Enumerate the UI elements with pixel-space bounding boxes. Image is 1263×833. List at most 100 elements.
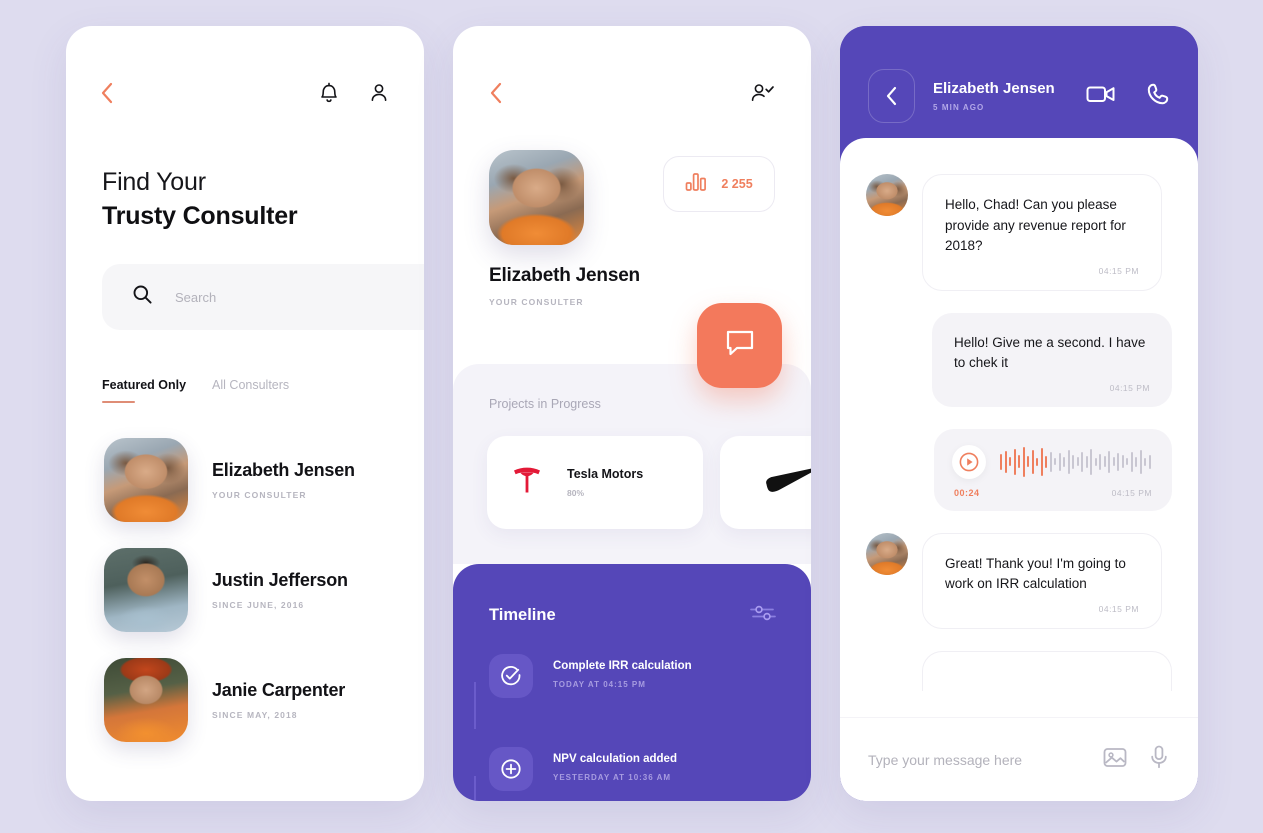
profile-summary: 2 255	[453, 110, 811, 245]
timeline-item-time: TODAY AT 04:15 PM	[553, 680, 646, 689]
consultant-list: Elizabeth Jensen YOUR CONSULTER Justin J…	[66, 403, 424, 755]
waveform-bar	[1049, 451, 1052, 472]
project-card-nike[interactable]	[720, 436, 811, 529]
voice-message-meta: 00:24 04:15 PM	[952, 488, 1152, 498]
timeline-item[interactable]: NPV calculation added YESTERDAY AT 10:36…	[489, 747, 777, 791]
back-chevron-icon[interactable]	[489, 82, 503, 109]
waveform-bar	[1144, 457, 1146, 466]
list-item[interactable]: Justin Jefferson SINCE JUNE, 2016	[66, 535, 424, 645]
list-item-text: Janie Carpenter SINCE MAY, 2018	[212, 680, 345, 720]
waveform-bar	[1081, 451, 1083, 472]
waveform-bar	[1094, 457, 1097, 466]
message-row-outgoing: Hello! Give me a second. I have to chek …	[866, 312, 1172, 407]
chat-fab-button[interactable]	[697, 303, 782, 388]
waveform-bar	[1045, 455, 1047, 468]
plus-circle-icon	[489, 747, 533, 791]
sliders-icon[interactable]	[749, 602, 777, 629]
waveform-bar	[1063, 456, 1065, 467]
timeline-item-label: Complete IRR calculation	[553, 660, 692, 672]
phone2-topbar	[453, 26, 811, 110]
projects-carousel: Tesla Motors 80%	[453, 411, 811, 529]
waveform-bar	[1004, 450, 1007, 473]
list-item[interactable]: Elizabeth Jensen YOUR CONSULTER	[66, 425, 424, 535]
voice-message-bubble[interactable]: 00:24 04:15 PM	[934, 428, 1172, 511]
timeline-connector	[474, 776, 476, 801]
message-time: 04:15 PM	[1111, 487, 1152, 498]
waveform-bar	[1126, 458, 1128, 466]
phone-screen-consultant-list: Find Your Trusty Consulter Search Featur…	[66, 26, 424, 801]
waveform-bar	[1013, 448, 1016, 475]
avatar	[866, 174, 908, 216]
status-badge[interactable]: 2 255	[663, 156, 775, 212]
message-row-incoming: Hello, Chad! Can you please provide any …	[866, 174, 1172, 291]
profile-name: Elizabeth Jensen	[489, 265, 640, 286]
person-icon[interactable]	[368, 81, 390, 110]
video-camera-icon[interactable]	[1086, 83, 1116, 110]
message-text: Hello, Chad! Can you please provide any …	[945, 197, 1126, 254]
message-bubble[interactable]: Great! Thank you! I'm going to work on I…	[922, 532, 1162, 629]
search-placeholder: Search	[175, 289, 217, 305]
timeline-header: Timeline	[489, 602, 777, 629]
play-icon[interactable]	[952, 444, 986, 479]
waveform-bar	[1000, 453, 1002, 470]
tab-all-consulters[interactable]: All Consulters	[212, 378, 289, 403]
avatar	[489, 150, 584, 245]
message-text: Hello! Give me a second. I have to chek …	[954, 334, 1146, 371]
list-item-text: Justin Jefferson SINCE JUNE, 2016	[212, 570, 348, 610]
list-item-text: Elizabeth Jensen YOUR CONSULTER	[212, 460, 355, 500]
timeline-item[interactable]: Complete IRR calculation TODAY AT 04:15 …	[489, 654, 777, 698]
search-input[interactable]: Search	[102, 264, 424, 330]
chat-header-text: Elizabeth Jensen 5 MIN AGO	[933, 80, 1055, 112]
waveform-bar	[1018, 455, 1020, 469]
waveform-bar	[1058, 452, 1061, 471]
chat-input-bar: Type your message here	[840, 717, 1198, 801]
tab-featured-only[interactable]: Featured Only	[102, 378, 186, 403]
chat-message-list: Hello, Chad! Can you please provide any …	[840, 138, 1198, 801]
waveform-bar	[1099, 453, 1101, 470]
message-time: 04:15 PM	[1098, 265, 1139, 276]
waveform-bar	[1135, 456, 1137, 467]
avatar	[104, 548, 188, 632]
message-bubble[interactable]: Hello, Chad! Can you please provide any …	[922, 174, 1162, 291]
waveform-bar	[1067, 449, 1070, 474]
status-badge-value: 2 255	[721, 177, 753, 191]
avatar	[104, 438, 188, 522]
list-item[interactable]: Janie Carpenter SINCE MAY, 2018	[66, 645, 424, 755]
phone-icon[interactable]	[1146, 82, 1170, 111]
waveform-bar	[1022, 446, 1025, 477]
waveform-bar	[1036, 457, 1038, 466]
search-icon	[132, 284, 153, 310]
consultant-name: Justin Jefferson	[212, 570, 348, 590]
chat-header-actions	[1086, 82, 1170, 111]
message-input[interactable]: Type your message here	[868, 752, 1082, 768]
timeline-section: Timeline Complete IRR calculation TODAY …	[453, 564, 811, 801]
voice-message-main	[952, 444, 1152, 479]
person-check-icon[interactable]	[749, 81, 775, 110]
timeline-item-text: Complete IRR calculation TODAY AT 04:15 …	[553, 654, 692, 689]
message-time: 04:15 PM	[1098, 603, 1139, 614]
bell-icon[interactable]	[318, 81, 340, 110]
image-icon[interactable]	[1102, 745, 1128, 774]
project-card-tesla[interactable]: Tesla Motors 80%	[487, 436, 703, 529]
message-row-incoming: Great! Thank you! I'm going to work on I…	[866, 532, 1172, 629]
waveform-bar	[1108, 450, 1110, 473]
page-title: Find Your Trusty Consulter	[66, 110, 424, 231]
timeline-connector	[474, 682, 476, 729]
screenshot-stage: Find Your Trusty Consulter Search Featur…	[0, 0, 1263, 833]
waveform-bar	[1148, 454, 1151, 469]
project-name: Tesla Motors	[567, 467, 644, 481]
waveform-bar	[1009, 457, 1011, 467]
back-chevron-icon[interactable]	[868, 69, 915, 123]
tesla-logo	[509, 463, 545, 502]
microphone-icon[interactable]	[1148, 744, 1170, 775]
consultant-filter-tabs: Featured Only All Consulters	[66, 330, 424, 403]
back-chevron-icon[interactable]	[100, 82, 114, 109]
page-title-line1: Find Your	[102, 168, 206, 196]
chat-bubble-icon	[723, 327, 757, 364]
phone-screen-consultant-profile: 2 255 Elizabeth Jensen YOUR CONSULTER Pr…	[453, 26, 811, 801]
avatar	[866, 532, 908, 575]
bar-chart-icon	[685, 172, 707, 197]
waveform-bar	[1027, 456, 1029, 468]
message-time: 04:15 PM	[1109, 382, 1150, 393]
message-bubble[interactable]: Hello! Give me a second. I have to chek …	[932, 312, 1172, 407]
